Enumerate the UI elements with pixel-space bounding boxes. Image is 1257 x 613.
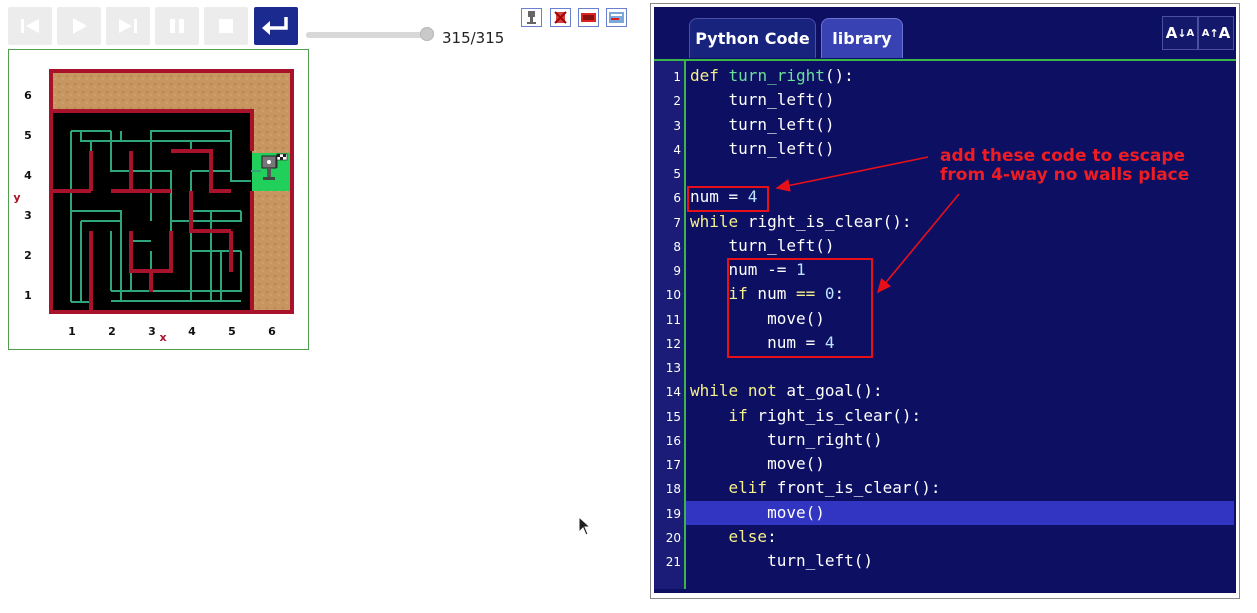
font-small-a: A	[1186, 27, 1195, 39]
font-large-a: A	[1218, 24, 1231, 42]
y-axis-label: y	[13, 191, 20, 204]
mouse-cursor-icon	[578, 516, 592, 536]
x-tick-label: 2	[108, 325, 116, 338]
decrease-font-button[interactable]: A ↓ A	[1162, 16, 1198, 50]
skip-back-icon	[21, 19, 39, 33]
x-tick-label: 6	[268, 325, 276, 338]
y-tick-label: 1	[24, 289, 32, 302]
x-tick-label: 4	[188, 325, 196, 338]
play-icon	[73, 18, 87, 34]
world-canvas: 1 2 3 4 5 6 1 2 3 4 5 6 x y	[13, 69, 294, 344]
x-tick-label: 1	[68, 325, 76, 338]
slider-fill	[306, 32, 434, 38]
code-area[interactable]: 1 2 3 4 5 6 7 8 9 10 11 12 13 14 15 16 17 18 19 20 21 def tu…	[654, 59, 1236, 589]
font-large-a: A	[1165, 24, 1178, 42]
y-tick-label: 6	[24, 89, 32, 102]
x-tick-label: 5	[228, 325, 236, 338]
world-panel: 1 2 3 4 5 6 1 2 3 4 5 6 x y	[8, 49, 309, 350]
step-button[interactable]	[106, 7, 150, 45]
arrow-down-icon: ↓	[1177, 26, 1187, 40]
x-axis-label: x	[159, 331, 166, 344]
tab-python-code[interactable]: Python Code	[689, 18, 816, 58]
y-tick-label: 5	[24, 129, 32, 142]
stop-button[interactable]	[204, 7, 248, 45]
y-tick-label: 2	[24, 249, 32, 262]
pause-icon	[170, 19, 184, 33]
run-button[interactable]	[57, 7, 101, 45]
reverse-step-button[interactable]	[8, 7, 52, 45]
skip-forward-icon	[119, 19, 137, 33]
edit-world-button[interactable]	[578, 8, 599, 27]
step-counter: 315/315	[442, 29, 505, 47]
y-axis-ticks: 1 2 3 4 5 6	[24, 89, 32, 302]
edit-world-icon	[581, 13, 596, 22]
return-icon	[262, 17, 288, 35]
history-slider[interactable]	[306, 27, 434, 41]
annotation-arrows	[775, 156, 960, 294]
reload-button[interactable]	[254, 7, 298, 45]
editor-frame: Python Code library A ↓ A A ↑ A 1 2 3 4 5 6 7 8 9 10 1…	[654, 7, 1236, 593]
world-info-button[interactable]	[606, 8, 627, 27]
code-editor-panel: Python Code library A ↓ A A ↑ A 1 2 3 4 5 6 7 8 9 10 1…	[650, 3, 1240, 599]
y-tick-label: 3	[24, 209, 32, 222]
remove-robot-button[interactable]	[550, 8, 571, 27]
pause-button[interactable]	[155, 7, 199, 45]
increase-font-button[interactable]: A ↑ A	[1198, 16, 1234, 50]
arrow-up-icon: ↑	[1209, 26, 1219, 40]
x-axis-ticks: 1 2 3 4 5 6	[68, 325, 276, 338]
robot-icon	[527, 11, 536, 24]
stop-icon	[219, 19, 233, 33]
tab-library[interactable]: library	[821, 18, 903, 58]
font-small-a: A	[1201, 27, 1210, 39]
robot-tool-button[interactable]	[521, 8, 542, 27]
slider-thumb[interactable]	[420, 27, 434, 41]
y-tick-label: 4	[24, 169, 32, 182]
world-info-icon	[609, 12, 624, 23]
remove-robot-icon	[554, 11, 567, 24]
x-tick-label: 3	[148, 325, 156, 338]
